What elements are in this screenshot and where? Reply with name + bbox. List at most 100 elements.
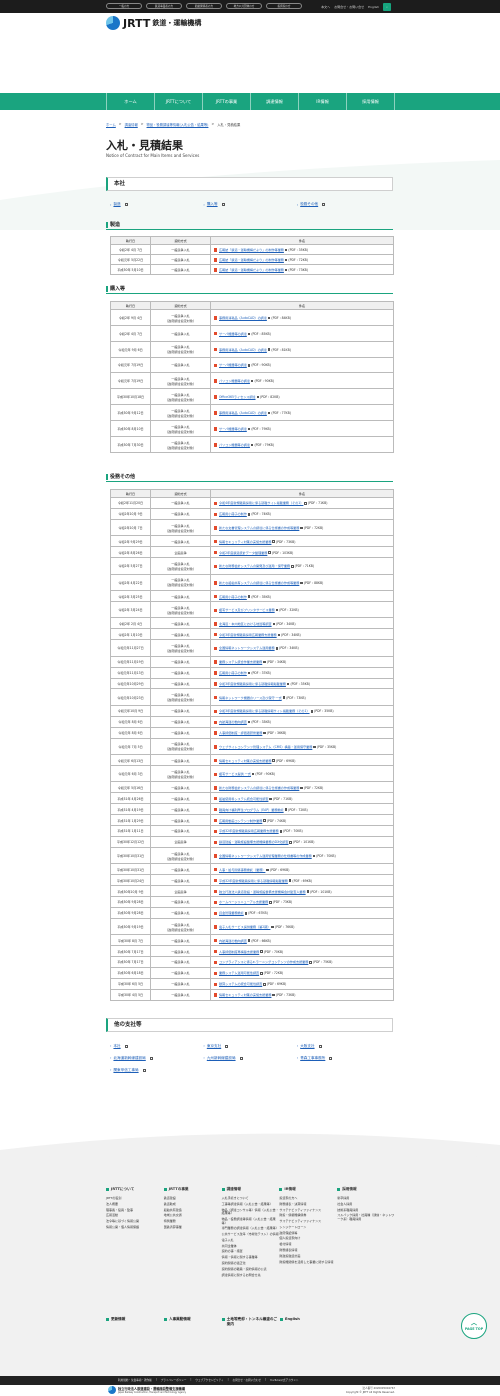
- site-logo[interactable]: JRTT 鉄道・運輸機構: [106, 16, 201, 30]
- audience-rail-button[interactable]: 鉄道事業者の方: [146, 3, 182, 9]
- footer-link[interactable]: 船舶共有建造: [164, 1208, 222, 1213]
- item-link[interactable]: 平成32年度新規職員採用広報業務支援業務: [219, 829, 279, 833]
- nav-recruit[interactable]: 採用情報: [346, 93, 395, 110]
- footer-accessibility-link[interactable]: ウェブアクセシビリティ: [195, 1378, 223, 1382]
- footer-link[interactable]: 調達情報に関するお問合せ先: [222, 1273, 280, 1278]
- footer-contact-link[interactable]: お問合せ・お問い合わせ: [232, 1378, 261, 1382]
- footer-col-title[interactable]: JRTTについて: [106, 1187, 164, 1192]
- item-link[interactable]: 事務用消耗品（AutoCAD）の調達: [219, 348, 267, 352]
- item-link[interactable]: 事務用消耗品（AutoCAD）の調達: [219, 316, 267, 320]
- item-link[interactable]: 新たな船舶共有システムの調達に係る仕様書の作成等業務: [219, 581, 299, 585]
- item-link[interactable]: 業務システム運用可能性調査: [219, 971, 259, 975]
- breadcrumb-goods-services[interactable]: 物品・役務調達等情報(入札公告・結果等): [147, 122, 209, 127]
- footer-link[interactable]: 理事長・役員・監事: [106, 1208, 164, 1213]
- footer-link[interactable]: 電子入札: [222, 1238, 280, 1243]
- footer-link[interactable]: 契約の事・措置: [222, 1250, 280, 1254]
- item-link[interactable]: ホームページリニューアル支援業務: [219, 900, 268, 904]
- item-link[interactable]: 新たな財務会計システムの調達に係る仕様書の作成等業務: [219, 786, 299, 790]
- item-link[interactable]: 内航海運の動向調査: [219, 939, 247, 943]
- item-link[interactable]: サーバ機器等の調達: [219, 332, 247, 336]
- branch-tokyo-link[interactable]: › 東京支社: [203, 1044, 296, 1049]
- item-link[interactable]: 人事・給与関係事務委託（業務）: [219, 868, 265, 872]
- footer-link[interactable]: 専門業務の調達情報（入札公告・結果等）: [222, 1227, 280, 1231]
- audience-investor-button[interactable]: 投資家の方: [266, 3, 302, 9]
- item-link[interactable]: 情報セキュリティ対策の実施支援業務: [219, 993, 271, 997]
- anchor-ekimu-link[interactable]: › 役務その他: [297, 202, 390, 207]
- breadcrumb-home[interactable]: ホーム: [106, 122, 116, 127]
- item-link[interactable]: サーバ機器等の調達: [219, 427, 247, 431]
- footer-link[interactable]: 政府保証債等: [279, 1231, 337, 1236]
- item-link[interactable]: Office365ライセンス調達: [219, 395, 256, 399]
- item-link[interactable]: 広報誌「鉄道・運輸機構だより」の制作等業務: [219, 248, 284, 252]
- page-top-button[interactable]: ︿ PAGE TOP: [461, 1313, 487, 1339]
- audience-ship-button[interactable]: 船舶関係者の方: [186, 3, 222, 9]
- footer-link[interactable]: 法令等に基づく情報公開: [106, 1220, 164, 1224]
- item-link[interactable]: 広報用小冊子の制作: [219, 595, 247, 599]
- item-link[interactable]: 事務用消耗品（AutoCAD）の調達: [219, 411, 267, 415]
- item-link[interactable]: 全国情報ネットワークシステム運用業務: [219, 646, 275, 650]
- nav-business[interactable]: JRTTの事業: [202, 93, 250, 110]
- item-link[interactable]: パソコン機器等の調達: [219, 379, 250, 383]
- skip-to-content-link[interactable]: 本文へ: [321, 5, 330, 9]
- search-icon[interactable]: ⌕: [383, 3, 391, 11]
- item-link[interactable]: 令和2年度鉄道統計データ整理業務: [219, 551, 267, 555]
- item-link[interactable]: 広報用小冊子の制作: [219, 671, 247, 675]
- item-link[interactable]: 人事評価制度再構築支援業務: [219, 950, 259, 954]
- footer-link[interactable]: 共同企業体: [222, 1244, 280, 1249]
- footer-english-link[interactable]: English: [280, 1317, 338, 1327]
- item-link[interactable]: 広報用小冊子の制作: [219, 512, 247, 516]
- footer-link[interactable]: 格付情報: [279, 1243, 337, 1247]
- footer-link[interactable]: 地域公共交通: [164, 1214, 222, 1218]
- item-link[interactable]: 人事評価制度・評価者研修業務: [219, 731, 262, 735]
- footer-terms-link[interactable]: 利用規約・免責事項・著作権: [118, 1378, 152, 1382]
- footer-link[interactable]: サステナビリティファイナンス: [279, 1208, 337, 1213]
- nav-about[interactable]: JRTTについて: [154, 93, 202, 110]
- footer-link[interactable]: 物品（調達コンサル等）情報（入札公告・結果等）: [222, 1208, 280, 1216]
- footer-youtube-link[interactable]: YouTube公式アカウント: [270, 1378, 299, 1382]
- footer-link[interactable]: 国鉄清算事業: [164, 1225, 222, 1230]
- item-link[interactable]: 令和3年度新規職員採用広報業務支援業務: [219, 633, 277, 637]
- breadcrumb-procurement[interactable]: 調達情報: [125, 122, 138, 127]
- contact-link[interactable]: お問合せ・お問い合せ: [334, 5, 364, 9]
- item-link[interactable]: 職員向け福利厚生プログラム（EAP）業務委託: [219, 808, 284, 812]
- footer-link[interactable]: 社会人採用: [337, 1202, 395, 1207]
- footer-col-title[interactable]: JRTTの事業: [163, 1187, 222, 1192]
- footer-link[interactable]: 投資家の方へ: [279, 1196, 337, 1201]
- item-link[interactable]: 資金管理業務委託: [219, 911, 244, 915]
- anchor-konyu-link[interactable]: › 購入等: [203, 202, 296, 207]
- anchor-seizo-link[interactable]: › 製造: [110, 202, 203, 207]
- footer-link[interactable]: 鉄道建設: [164, 1196, 222, 1201]
- footer-link[interactable]: シンジケートローン: [279, 1225, 337, 1230]
- english-link[interactable]: English: [368, 5, 379, 9]
- item-link[interactable]: 鉄道建設・運輸施設整備支援機構業務のDX化調査: [219, 840, 288, 844]
- item-link[interactable]: 複写サービス及びプリンタサービス業務: [219, 608, 275, 612]
- item-link[interactable]: 独立行政法人鉄道建設・運輸施設整備支援機構会計監査人業務: [219, 890, 306, 894]
- footer-link[interactable]: サステナビリティファイナンス: [279, 1220, 337, 1224]
- footer-link[interactable]: 個人投資家向け: [279, 1237, 337, 1241]
- footer-personnel-link[interactable]: 人事異動情報: [164, 1317, 222, 1327]
- footer-link[interactable]: 広報活動: [106, 1214, 164, 1218]
- footer-link[interactable]: 財務諸表・決算情報: [279, 1202, 337, 1207]
- nav-ir[interactable]: IR情報: [298, 93, 346, 110]
- item-link[interactable]: パソコン機器等の調達: [219, 443, 250, 447]
- branch-hokkaido-link[interactable]: › 北海道新幹線建設局: [110, 1056, 203, 1061]
- item-link[interactable]: 船舶使用料システム統合可能性調査: [219, 797, 268, 801]
- item-link[interactable]: 令和3年度新規職員採用に係る就職情報掲載業務: [219, 682, 286, 686]
- nav-procurement[interactable]: 調達情報: [250, 93, 298, 110]
- footer-link[interactable]: 財務諸表情報: [279, 1248, 337, 1253]
- footer-col-title[interactable]: IR情報: [279, 1187, 337, 1192]
- footer-link[interactable]: 特例業務: [164, 1220, 222, 1224]
- footer-news-link[interactable]: 更新情報: [106, 1317, 164, 1327]
- branch-aomori-link[interactable]: › 青森工事事務所: [297, 1056, 390, 1061]
- item-link[interactable]: 全国情報ネットワークシステム運用管理業務の仕様書等の作成業務: [219, 854, 312, 858]
- item-link[interactable]: 新たな文書管理システムの調達に係る仕様書の作成等業務: [219, 526, 299, 530]
- item-link[interactable]: 情報セキュリティ対策の実施支援業務: [219, 540, 271, 544]
- footer-col-title[interactable]: 採用情報: [337, 1187, 395, 1192]
- footer-link[interactable]: 工事等調達情報（入札公告・結果等）: [222, 1202, 280, 1207]
- footer-link[interactable]: 新卒採用: [337, 1196, 395, 1201]
- branch-kanto-link[interactable]: › 関東甲信工事局: [110, 1068, 203, 1073]
- item-link[interactable]: 令和3年度新規職員採用に係る就職情報サイト掲載業務（その1）: [219, 709, 310, 713]
- item-link[interactable]: ウェブサイトコンテンツ管理システム（CMS）構築・運用保守業務: [219, 745, 312, 749]
- footer-land-sale-link[interactable]: 土地等売却・トンネル譲渡のご案内: [222, 1317, 280, 1327]
- item-link[interactable]: 新たな財務会計システムの開発及び運用・保守業務: [219, 564, 290, 568]
